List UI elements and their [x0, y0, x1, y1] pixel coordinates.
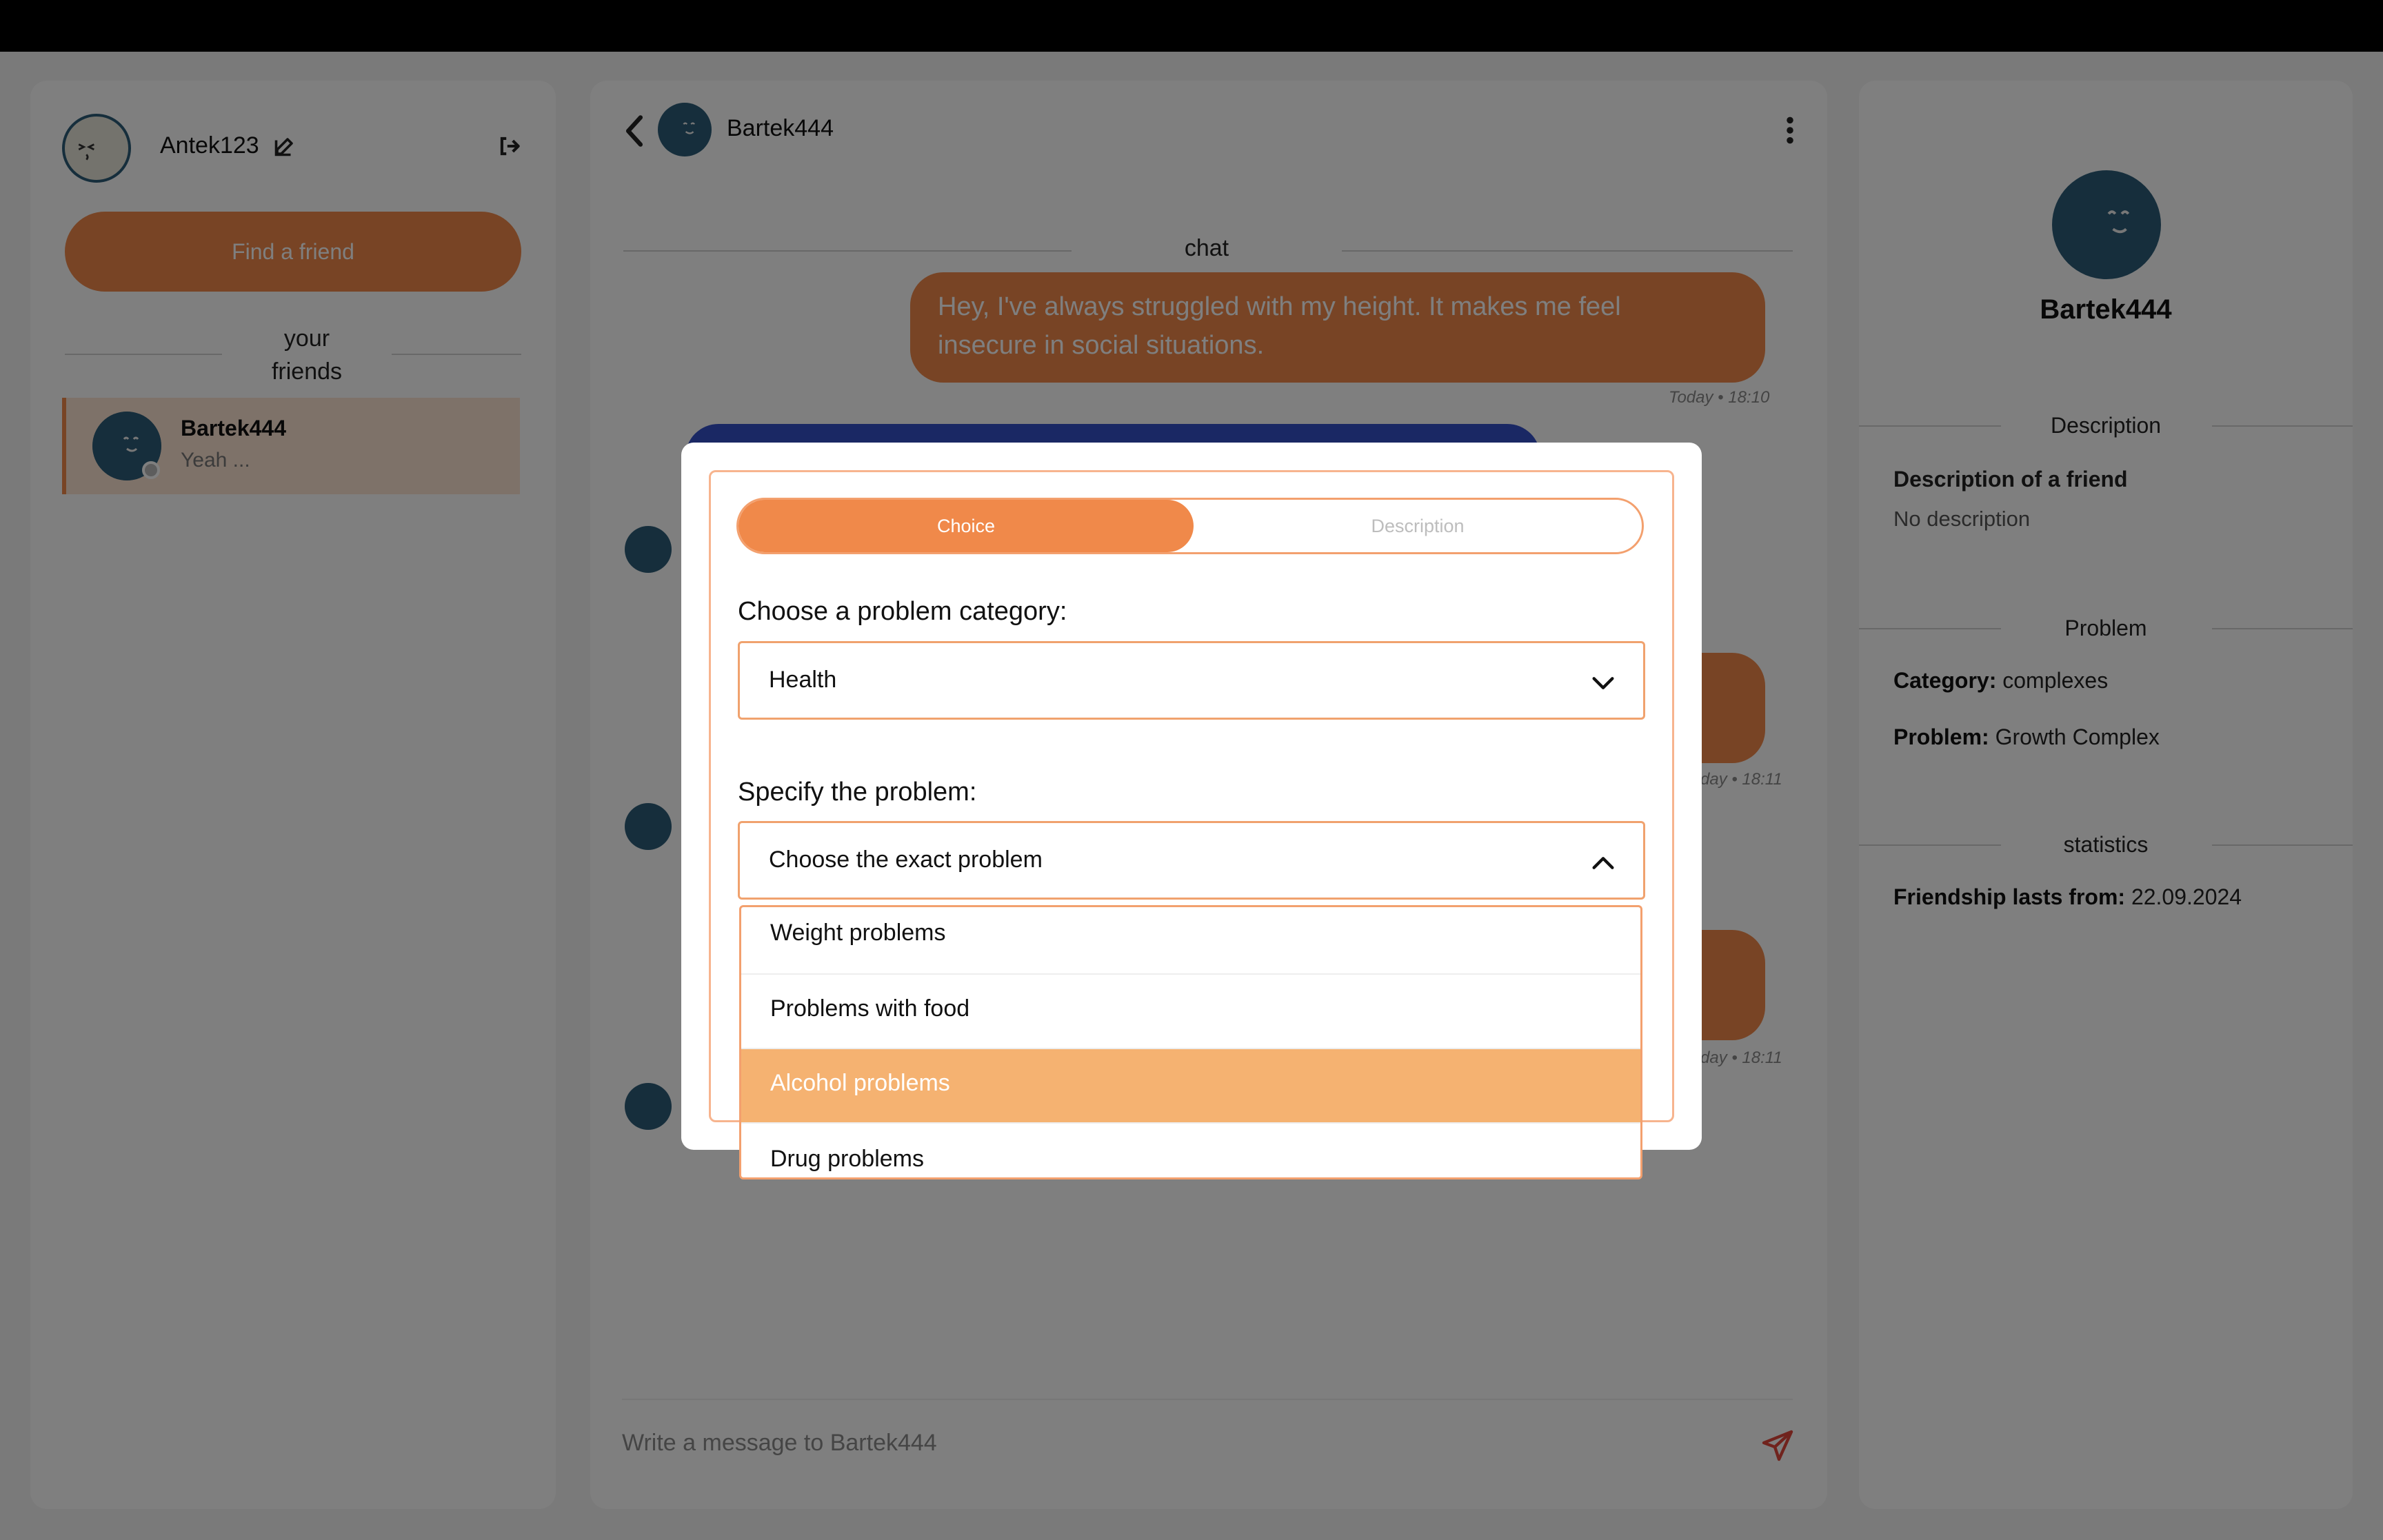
problem-select[interactable]: Choose the exact problem — [738, 821, 1645, 900]
dropdown-option[interactable]: Weight problems — [741, 907, 1640, 975]
problem-prompt: Specify the problem: — [738, 778, 977, 807]
dropdown-option-highlighted[interactable]: Alcohol problems — [741, 1049, 1640, 1124]
problem-options-dropdown: Weight problems Problems with food Alcoh… — [739, 905, 1642, 1179]
problem-select-placeholder: Choose the exact problem — [769, 847, 1043, 873]
chevron-up-icon — [1592, 857, 1614, 869]
option-label: Problems with food — [770, 995, 970, 1022]
option-label: Weight problems — [770, 920, 946, 946]
category-prompt: Choose a problem category: — [738, 597, 1067, 626]
dropdown-option[interactable]: Problems with food — [741, 975, 1640, 1049]
option-label: Drug problems — [770, 1146, 924, 1172]
dropdown-option[interactable]: Drug problems — [741, 1124, 1640, 1177]
chevron-down-icon — [1592, 677, 1614, 689]
category-select[interactable]: Health — [738, 641, 1645, 720]
tab-description[interactable]: Description — [1194, 500, 1642, 552]
tab-choice[interactable]: Choice — [738, 500, 1194, 552]
option-label: Alcohol problems — [770, 1070, 950, 1096]
category-selected-value: Health — [769, 667, 837, 693]
modal-tabs: Choice Description — [736, 498, 1644, 554]
